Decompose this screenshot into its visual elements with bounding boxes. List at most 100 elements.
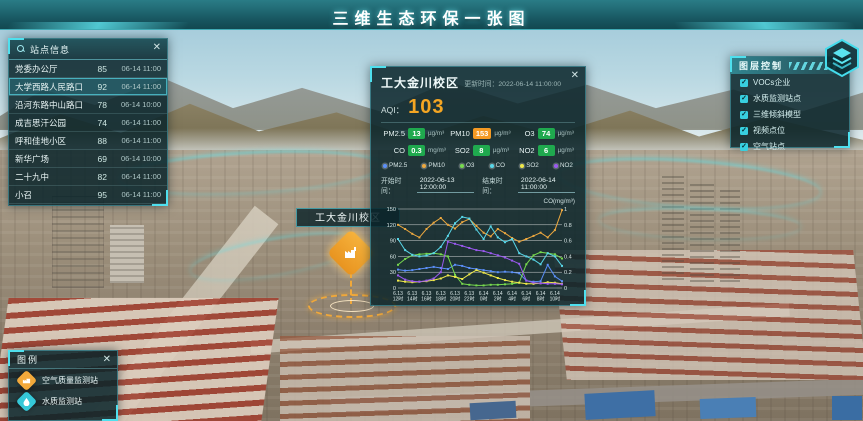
station-name: 二十九中	[15, 171, 85, 183]
svg-text:90: 90	[390, 239, 396, 245]
station-row[interactable]: 呼和佳地小区 88 06-14 11:00	[9, 132, 167, 150]
checkbox-checked[interactable]: ✓	[740, 127, 748, 135]
building	[110, 225, 144, 283]
layer-item[interactable]: ✓水质监测站点	[731, 90, 849, 106]
svg-text:6.1312时: 6.1312时	[393, 291, 404, 302]
checkbox-checked[interactable]: ✓	[740, 79, 748, 87]
start-time-input[interactable]: 2022-06-13 12:00:00	[417, 177, 474, 193]
legend-item[interactable]: SO2	[520, 162, 539, 169]
close-icon[interactable]: ✕	[103, 355, 111, 365]
legend-item[interactable]: CO	[490, 162, 505, 169]
close-icon[interactable]: ✕	[571, 71, 579, 81]
station-name: 成吉思汗公园	[15, 117, 85, 129]
pollutant-item: NO2 6 µg/m³	[511, 145, 575, 156]
station-time: 06-14 11:00	[107, 82, 161, 91]
pollutant-label: NO2	[511, 146, 535, 155]
aqi-row: AQI： 103	[381, 96, 575, 119]
legend-item[interactable]: O3	[460, 162, 474, 169]
legend-item[interactable]: PM2.5	[383, 162, 407, 169]
station-row[interactable]: 党委办公厅 85 06-14 11:00	[9, 60, 167, 78]
water-station-marker-icon	[16, 391, 37, 412]
legend-dot	[422, 164, 426, 168]
layer-label: VOCs企业	[753, 77, 790, 88]
factory-icon	[343, 245, 359, 261]
page-title: 三维生态环保一张图	[0, 5, 863, 29]
layer-label: 视频点位	[753, 125, 785, 136]
pollutant-label: PM10	[446, 129, 470, 138]
svg-text:60: 60	[390, 254, 396, 260]
legend-dot	[383, 164, 387, 168]
time-range-row: 开始时间： 2022-06-13 12:00:00 结束时间： 2022-06-…	[381, 175, 575, 195]
layer-item[interactable]: ✓ 视频点位	[731, 122, 849, 138]
pollutant-label: O3	[511, 129, 535, 138]
station-aqi: 88	[85, 136, 107, 146]
station-row[interactable]: 成吉思汗公园 74 06-14 11:00	[9, 114, 167, 132]
legend-item[interactable]: NO2	[554, 162, 573, 169]
layer-item[interactable]: ✓ 空气站点	[731, 138, 849, 154]
checkbox-checked[interactable]: ✓	[740, 143, 748, 151]
station-name: 呼和佳地小区	[15, 135, 85, 147]
legend-label: 空气质量监测站	[42, 375, 98, 386]
layer-item[interactable]: ✓ 三维倾斜模型	[731, 106, 849, 122]
station-name: 大学西路人民路口	[15, 81, 85, 93]
pollutant-value-badge: 13	[408, 128, 425, 139]
station-name: 小召	[15, 189, 85, 201]
station-panel-header: 站点信息	[9, 39, 167, 60]
station-panel-title: 站点信息	[30, 43, 70, 56]
station-row[interactable]: 新华广场 69 06-14 10:00	[9, 150, 167, 168]
svg-text:0.6: 0.6	[564, 239, 572, 245]
station-list-panel: 站点信息 ✕ 党委办公厅 85 06-14 11:00 大学西路人民路口 92 …	[8, 38, 168, 206]
legend-label: 水质监测站	[42, 396, 82, 407]
layers-hexagon-icon[interactable]	[822, 38, 862, 78]
station-aqi: 78	[85, 100, 107, 110]
layer-label: 空气站点	[753, 141, 785, 152]
checkbox-checked[interactable]: ✓	[740, 111, 748, 119]
air-station-marker-icon	[16, 370, 37, 391]
map-legend-panel: 图例 ✕ 空气质量监测站 水质监测站	[8, 350, 118, 421]
station-row-selected[interactable]: 大学西路人民路口 92 06-14 11:00	[9, 78, 167, 96]
end-time-input[interactable]: 2022-06-14 11:00:00	[518, 177, 575, 193]
station-time: 06-14 11:00	[107, 190, 161, 199]
station-time: 06-14 11:00	[107, 118, 161, 127]
station-aqi: 74	[85, 118, 107, 128]
right-axis-label: CO(mg/m³)	[381, 198, 575, 205]
svg-text:30: 30	[390, 270, 396, 276]
trend-chart[interactable]: 00300.2600.4900.61200.815016.1312时6.1314…	[381, 205, 577, 305]
svg-text:6.1314时: 6.1314时	[407, 291, 418, 302]
legend-dot	[520, 164, 524, 168]
end-time-label: 结束时间：	[482, 175, 510, 195]
pollutant-unit: µg/m³	[558, 130, 574, 137]
warehouse-roof	[832, 396, 862, 420]
search-icon[interactable]	[17, 45, 25, 53]
update-time: 更新时间：2022-06-14 11:00:00	[464, 78, 561, 88]
svg-text:6.148时: 6.148时	[536, 291, 546, 302]
pollutant-label: CO	[381, 146, 405, 155]
svg-text:1: 1	[564, 207, 567, 213]
legend-panel-title: 图例	[17, 353, 39, 366]
legend-dot	[554, 164, 558, 168]
pollutant-unit: µg/m³	[494, 130, 510, 137]
pollutant-value-badge: 74	[538, 128, 555, 139]
pollutant-unit: mg/m³	[428, 147, 446, 154]
pollutant-value-badge: 8	[473, 145, 490, 156]
legend-row: 空气质量监测站	[9, 369, 117, 390]
station-row[interactable]: 小召 95 06-14 11:00	[9, 186, 167, 204]
legend-panel-header: 图例	[9, 351, 117, 369]
svg-text:6.142时: 6.142时	[493, 291, 503, 302]
station-aqi: 85	[85, 64, 107, 74]
divider	[381, 122, 575, 123]
layer-label: 三维倾斜模型	[753, 109, 801, 120]
station-time: 06-14 10:00	[107, 154, 161, 163]
aqi-value: 103	[408, 96, 444, 119]
close-icon[interactable]: ✕	[153, 43, 161, 53]
pollutant-unit: µg/m³	[493, 147, 509, 154]
station-row[interactable]: 沿河东路中山路口 78 06-14 10:00	[9, 96, 167, 114]
station-row[interactable]: 二十九中 82 06-14 11:00	[9, 168, 167, 186]
legend-item[interactable]: PM10	[422, 162, 444, 169]
aqi-label: AQI：	[381, 104, 404, 116]
legend-dot	[490, 164, 494, 168]
station-time: 06-14 11:00	[107, 64, 161, 73]
start-time-label: 开始时间：	[381, 175, 409, 195]
svg-text:150: 150	[387, 207, 396, 213]
checkbox-checked[interactable]: ✓	[740, 95, 748, 103]
